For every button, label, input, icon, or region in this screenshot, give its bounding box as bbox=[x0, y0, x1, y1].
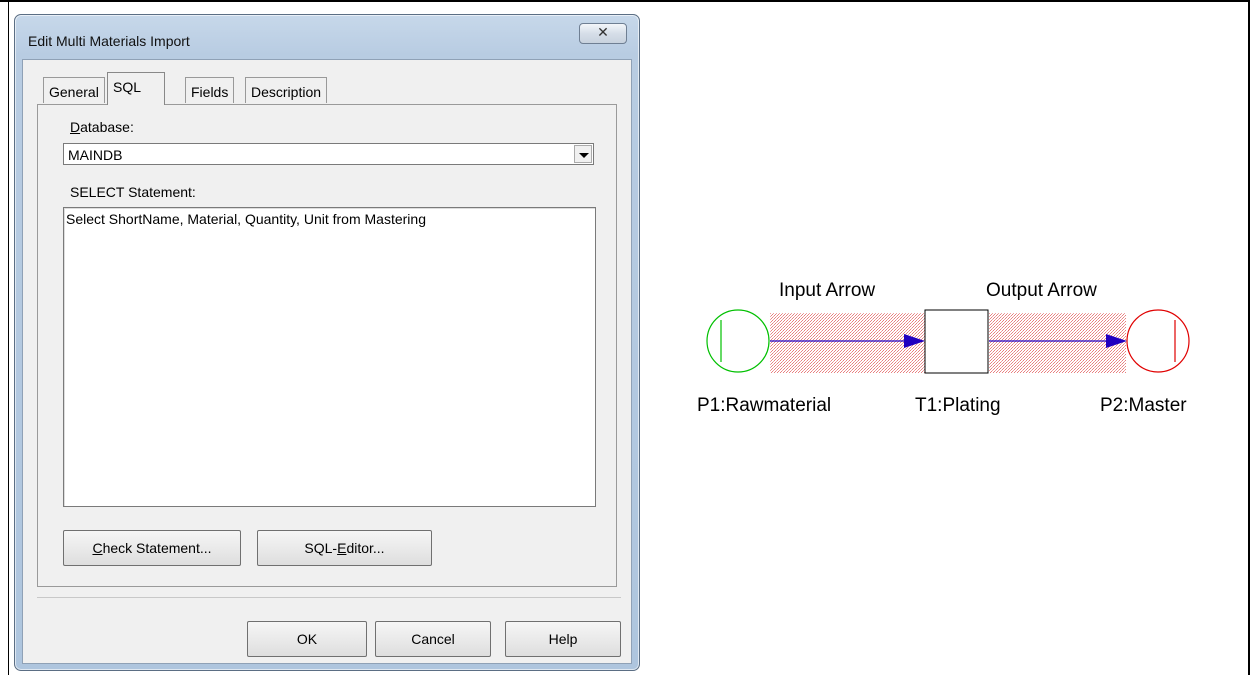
tab-general-label: General bbox=[49, 84, 99, 100]
tab-description[interactable]: Description bbox=[245, 77, 328, 103]
tab-fields-label: Fields bbox=[191, 84, 229, 100]
database-label: Database: bbox=[70, 119, 134, 135]
output-arrow-highlight[interactable] bbox=[989, 313, 1126, 373]
input-arrow-label: Input Arrow bbox=[779, 280, 875, 301]
place-p2-circle[interactable] bbox=[1126, 309, 1190, 373]
dialog-client-area: General SQL Fields Description Database:… bbox=[22, 59, 632, 664]
input-arrow-highlight[interactable] bbox=[770, 313, 925, 373]
transition-t1-label: T1:Plating bbox=[915, 395, 1001, 416]
select-statement-textarea[interactable]: Select ShortName, Material, Quantity, Un… bbox=[63, 207, 596, 507]
frame-left-line bbox=[8, 0, 9, 675]
place-p2-label: P2:Master bbox=[1100, 395, 1187, 416]
dialog-title: Edit Multi Materials Import bbox=[28, 33, 190, 49]
process-diagram: Input Arrow Output Arrow P1:Rawmaterial … bbox=[697, 280, 1190, 416]
frame-top-line bbox=[0, 0, 1250, 2]
close-button[interactable]: ✕ bbox=[579, 23, 627, 44]
select-statement-label: SELECT Statement: bbox=[70, 184, 196, 200]
title-bar[interactable]: Edit Multi Materials Import ✕ bbox=[15, 15, 639, 59]
output-arrow-label: Output Arrow bbox=[986, 280, 1097, 301]
place-p1-circle[interactable] bbox=[706, 309, 770, 373]
tab-description-label: Description bbox=[251, 84, 322, 100]
tab-sql-label: SQL bbox=[113, 79, 142, 95]
tab-general[interactable]: General bbox=[43, 77, 105, 103]
tab-fields[interactable]: Fields bbox=[185, 77, 235, 103]
edit-multi-materials-import-dialog: Edit Multi Materials Import ✕ General SQ… bbox=[14, 14, 640, 671]
chevron-down-icon[interactable] bbox=[574, 145, 592, 163]
tab-sql[interactable]: SQL bbox=[107, 72, 165, 105]
close-icon: ✕ bbox=[597, 25, 609, 41]
database-select-value: MAINDB bbox=[68, 147, 123, 163]
ok-button[interactable]: OK bbox=[247, 621, 367, 657]
database-select[interactable]: MAINDB bbox=[63, 143, 594, 165]
help-button[interactable]: Help bbox=[505, 621, 621, 657]
cancel-button[interactable]: Cancel bbox=[375, 621, 491, 657]
transition-t1-box[interactable] bbox=[924, 309, 989, 374]
select-statement-text: Select ShortName, Material, Quantity, Un… bbox=[66, 211, 426, 227]
sql-editor-button[interactable]: SQL-Editor... bbox=[257, 530, 432, 566]
place-p1-label: P1:Rawmaterial bbox=[697, 395, 831, 416]
check-statement-button[interactable]: Check Statement... bbox=[63, 530, 241, 566]
separator-line bbox=[37, 597, 621, 598]
